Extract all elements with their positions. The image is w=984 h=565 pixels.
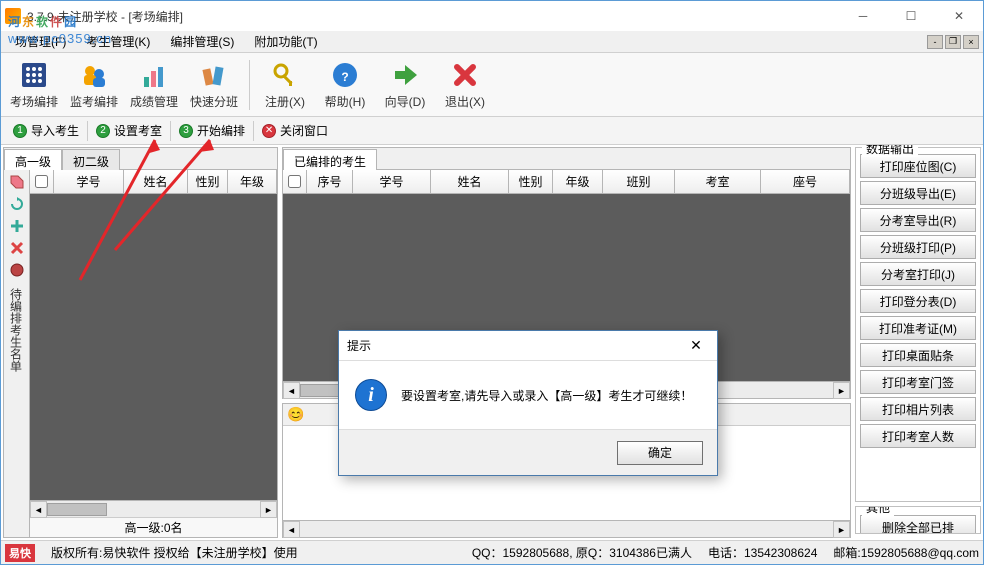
btn-print-door[interactable]: 打印考室门签	[860, 370, 976, 394]
assigned-header: 序号 学号 姓名 性别 年级 班别 考室 座号	[283, 170, 850, 194]
btn-print-desk[interactable]: 打印桌面贴条	[860, 343, 976, 367]
h-scrollbar[interactable]: ◄ ►	[30, 500, 277, 517]
minimize-button[interactable]: ─	[843, 5, 883, 27]
menu-arrange[interactable]: 编排管理(S)	[160, 31, 244, 52]
tool-help[interactable]: ? 帮助(H)	[316, 56, 374, 114]
svg-text:?: ?	[341, 70, 348, 84]
tab-grade-1[interactable]: 高一级	[4, 149, 62, 170]
output-column: 数据输出 打印座位图(C) 分班级导出(E) 分考室导出(R) 分班级打印(P)…	[855, 147, 981, 538]
tel-text: 电话：13542308624	[708, 544, 817, 561]
mdi-close[interactable]: ×	[963, 35, 979, 49]
dialog-title: 提示	[347, 337, 371, 354]
btn-print-ticket[interactable]: 打印准考证(M)	[860, 316, 976, 340]
btn-delete-all[interactable]: 删除全部已排	[860, 515, 976, 534]
app-icon	[5, 8, 21, 24]
dialog-message: 要设置考室,请先导入或录入【高一级】考生才可继续！	[401, 387, 692, 404]
users-icon	[78, 59, 110, 91]
tag-icon[interactable]	[9, 174, 25, 190]
copyright-text: 版权所有:易快软件 授权给【未注册学校】使用	[51, 544, 298, 561]
side-toolbar: 待编排考生名单	[4, 170, 30, 537]
mdi-minimize[interactable]: -	[927, 35, 943, 49]
books-icon	[198, 59, 230, 91]
btn-print-photo[interactable]: 打印相片列表	[860, 397, 976, 421]
step-close-window[interactable]: ✕ 关闭窗口	[254, 120, 336, 141]
globe-icon[interactable]	[9, 262, 25, 278]
tool-register[interactable]: 注册(X)	[256, 56, 314, 114]
tool-arrange-room[interactable]: 考场编排	[5, 56, 63, 114]
add-icon[interactable]	[9, 218, 25, 234]
step-import[interactable]: 1 导入考生	[5, 120, 87, 141]
scroll-thumb[interactable]	[47, 503, 107, 516]
refresh-icon[interactable]	[9, 196, 25, 212]
delete-icon[interactable]	[9, 240, 25, 256]
smile-icon[interactable]: 😊	[287, 406, 304, 423]
tool-score-mgmt[interactable]: 成绩管理	[125, 56, 183, 114]
dialog-ok-button[interactable]: 确定	[617, 441, 703, 465]
statusbar: 易快 版权所有:易快软件 授权给【未注册学校】使用 QQ：1592805688,…	[1, 540, 983, 564]
mdi-restore[interactable]: ❐	[945, 35, 961, 49]
btn-print-class[interactable]: 分班级打印(P)	[860, 235, 976, 259]
step-1-icon: 1	[13, 124, 27, 138]
help-icon: ?	[329, 59, 361, 91]
step-set-room[interactable]: 2 设置考室	[88, 120, 170, 141]
btn-print-score[interactable]: 打印登分表(D)	[860, 289, 976, 313]
count-label: 高一级:0名	[30, 517, 277, 537]
stepbar: 1 导入考生 2 设置考室 3 开始编排 ✕ 关闭窗口	[1, 117, 983, 145]
qq-text: QQ：1592805688, 原Q：3104386已满人	[472, 544, 692, 561]
key-icon	[269, 59, 301, 91]
step-2-icon: 2	[96, 124, 110, 138]
checkbox-header[interactable]	[30, 170, 54, 193]
brand-badge: 易快	[5, 544, 35, 562]
menubar: 场管理(F) 考生管理(K) 编排管理(S) 附加功能(T) - ❐ ×	[1, 31, 983, 53]
side-label: 待编排考生名单	[9, 288, 25, 372]
maximize-button[interactable]: ☐	[891, 5, 931, 27]
btn-export-class[interactable]: 分班级导出(E)	[860, 181, 976, 205]
window-title: 3.7.9-未注册学校 - [考场编排]	[27, 8, 183, 25]
mail-text: 邮箱:1592805688@qq.com	[833, 544, 979, 561]
close-x-icon	[449, 59, 481, 91]
menu-extra[interactable]: 附加功能(T)	[244, 31, 327, 52]
pending-grid[interactable]	[30, 194, 277, 500]
step-3-icon: 3	[179, 124, 193, 138]
scroll-right-arrow[interactable]: ►	[260, 501, 277, 518]
close-icon: ✕	[262, 124, 276, 138]
btn-export-room[interactable]: 分考室导出(R)	[860, 208, 976, 232]
toolbar-separator	[249, 60, 250, 110]
close-button[interactable]: ✕	[939, 5, 979, 27]
alert-dialog: 提示 ✕ i 要设置考室,请先导入或录入【高一级】考生才可继续！ 确定	[338, 330, 718, 476]
tool-wizard[interactable]: 向导(D)	[376, 56, 434, 114]
tool-arrange-proctor[interactable]: 监考编排	[65, 56, 123, 114]
scroll-left-arrow[interactable]: ◄	[30, 501, 47, 518]
btn-print-room[interactable]: 分考室打印(J)	[860, 262, 976, 286]
chart-icon	[138, 59, 170, 91]
titlebar: 3.7.9-未注册学校 - [考场编排] ─ ☐ ✕	[1, 1, 983, 31]
menu-examinee[interactable]: 考生管理(K)	[76, 31, 160, 52]
pending-header: 学号 姓名 性别 年级	[30, 170, 277, 194]
arrow-right-icon	[389, 59, 421, 91]
tab-assigned[interactable]: 已编排的考生	[283, 149, 377, 170]
menu-room[interactable]: 场管理(F)	[5, 31, 76, 52]
info-icon: i	[355, 379, 387, 411]
dialog-close-button[interactable]: ✕	[683, 335, 709, 357]
tool-quick-class[interactable]: 快速分班	[185, 56, 243, 114]
tool-exit[interactable]: 退出(X)	[436, 56, 494, 114]
step-start[interactable]: 3 开始编排	[171, 120, 253, 141]
btn-print-seatmap[interactable]: 打印座位图(C)	[860, 154, 976, 178]
grid-icon	[18, 59, 50, 91]
btn-print-count[interactable]: 打印考室人数	[860, 424, 976, 448]
pending-pane: 高一级 初二级 待编排考生名单 学号 姓名 性别	[3, 147, 278, 538]
toolbar: 考场编排 监考编排 成绩管理 快速分班 注册(X) ? 帮助(H) 向导(D)	[1, 53, 983, 117]
tab-grade-2[interactable]: 初二级	[62, 149, 120, 170]
